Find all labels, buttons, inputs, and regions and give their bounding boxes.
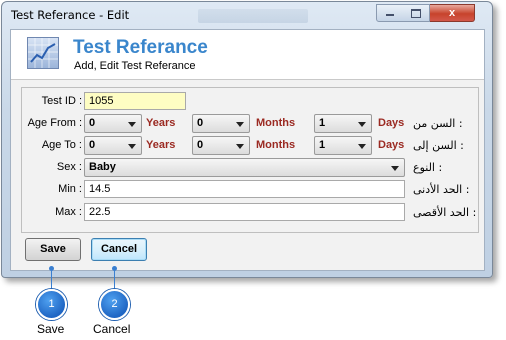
background-window-ghost	[198, 9, 308, 23]
chevron-down-icon	[358, 144, 366, 149]
header-title: Test Referance	[73, 37, 208, 58]
age-to-days-label: Days	[378, 139, 405, 151]
chevron-down-icon	[391, 166, 399, 171]
max-field[interactable]: 22.5	[84, 203, 405, 221]
age-from-days-label: Days	[378, 117, 405, 129]
age-to-years-select[interactable]: 0	[84, 136, 142, 155]
age-from-label: Age From :	[27, 117, 82, 129]
age-to-months-label: Months	[256, 139, 296, 151]
max-label: Max :	[55, 206, 82, 218]
title-bar[interactable]: Test Referance - Edit x	[2, 2, 492, 29]
window-title: Test Referance - Edit	[11, 8, 130, 22]
form-group: Test ID : 1055 Age From : 0 Years 0 Mont…	[21, 87, 479, 233]
callout-1-label: Save	[37, 322, 65, 336]
sex-label: Sex :	[56, 161, 82, 173]
age-from-years-select[interactable]: 0	[84, 114, 142, 133]
max-label-ar: الحد الأقصى :	[413, 206, 477, 219]
callout-2-badge: 2	[99, 289, 130, 320]
test-id-field[interactable]: 1055	[84, 92, 186, 110]
age-to-days-select[interactable]: 1	[314, 136, 372, 155]
min-field[interactable]: 14.5	[84, 180, 405, 198]
age-to-years-value: 0	[89, 139, 96, 151]
callout-2-line	[114, 268, 115, 290]
edit-window: Test Referance - Edit x Test Referance A…	[1, 1, 493, 278]
age-from-label-ar: السن من :	[413, 117, 463, 130]
age-from-months-select[interactable]: 0	[192, 114, 250, 133]
age-to-months-value: 0	[197, 139, 204, 151]
age-to-label-ar: السن إلى :	[413, 139, 464, 152]
chevron-down-icon	[236, 144, 244, 149]
age-to-years-label: Years	[146, 139, 176, 151]
close-icon: x	[448, 7, 456, 19]
chevron-down-icon	[128, 122, 136, 127]
callout-2-label: Cancel	[93, 322, 131, 336]
age-to-days-value: 1	[319, 139, 326, 151]
callout-1-line	[51, 268, 52, 290]
age-from-months-value: 0	[197, 117, 204, 129]
age-to-label: Age To :	[41, 139, 82, 151]
chevron-down-icon	[128, 144, 136, 149]
save-button[interactable]: Save	[25, 238, 81, 261]
age-from-years-label: Years	[146, 117, 176, 129]
age-from-years-value: 0	[89, 117, 96, 129]
age-from-months-label: Months	[256, 117, 296, 129]
sex-select[interactable]: Baby	[84, 158, 405, 177]
sex-value: Baby	[89, 161, 116, 173]
age-from-days-value: 1	[319, 117, 326, 129]
cancel-button[interactable]: Cancel	[91, 238, 147, 261]
callout-1-badge: 1	[36, 289, 67, 320]
age-from-days-select[interactable]: 1	[314, 114, 372, 133]
chevron-down-icon	[358, 122, 366, 127]
test-id-label: Test ID :	[41, 95, 82, 107]
min-label-ar: الحد الأدنى :	[413, 183, 470, 196]
maximize-button[interactable]	[403, 4, 430, 22]
min-label: Min :	[58, 183, 82, 195]
minimize-button[interactable]	[376, 4, 404, 22]
dialog-body: Test Referance Add, Edit Test Referance …	[10, 29, 485, 271]
sex-label-ar: النوع :	[413, 161, 443, 174]
chart-icon	[27, 37, 59, 69]
dialog-header: Test Referance Add, Edit Test Referance	[11, 30, 484, 80]
chevron-down-icon	[236, 122, 244, 127]
close-button[interactable]: x	[430, 4, 475, 22]
age-to-months-select[interactable]: 0	[192, 136, 250, 155]
header-subtitle: Add, Edit Test Referance	[74, 60, 196, 72]
